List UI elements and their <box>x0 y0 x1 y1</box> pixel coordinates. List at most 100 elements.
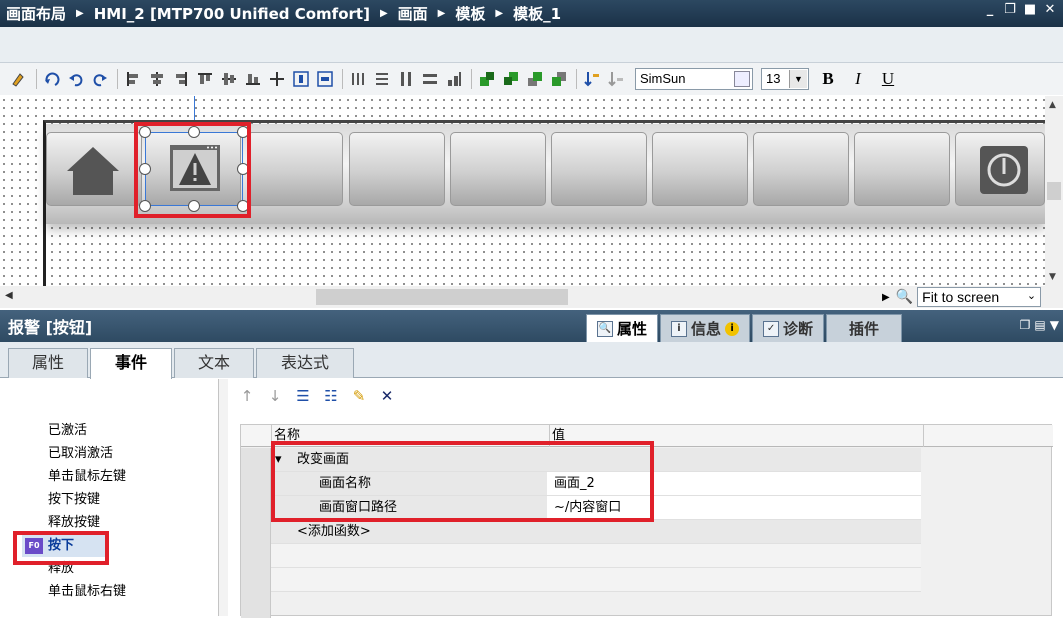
event-item-activated[interactable]: 已激活 <box>48 420 87 442</box>
expand-all-icon[interactable]: ☰ <box>292 385 314 407</box>
font-family-select[interactable]: SimSun <box>635 68 753 90</box>
window-controls: _ ❐ ■ ✕ <box>983 3 1057 17</box>
underline-button[interactable]: U <box>877 69 899 89</box>
bold-button[interactable]: B <box>817 69 839 89</box>
tab-label: 属性 <box>617 320 648 338</box>
toolbar-divider <box>471 69 472 89</box>
delete-icon[interactable]: ✕ <box>376 385 398 407</box>
tab-label: 插件 <box>849 320 880 338</box>
breadcrumb-item[interactable]: HMI_2 [MTP700 Unified Comfort] <box>88 5 376 23</box>
collapse-all-icon[interactable]: ☷ <box>320 385 342 407</box>
breadcrumb-item[interactable]: 画面布局 <box>0 3 72 24</box>
tab-info[interactable]: i 信息 i <box>660 314 751 342</box>
align-left-icon[interactable] <box>122 68 144 90</box>
zoom-icon[interactable]: 🔍 <box>896 289 913 305</box>
chevron-down-icon[interactable]: ▼ <box>789 70 807 88</box>
vertical-scrollbar[interactable]: ▲ ▼ <box>1045 96 1063 286</box>
convert-script-icon[interactable]: ✎ <box>348 385 370 407</box>
tab-label: 诊断 <box>783 320 814 338</box>
align-center-icon[interactable] <box>146 68 168 90</box>
event-item-deactivated[interactable]: 已取消激活 <box>48 443 113 465</box>
same-width-icon[interactable] <box>347 68 369 90</box>
highlight-frame-alarm-button <box>134 122 251 218</box>
horizontal-scrollbar[interactable]: ◀ <box>0 286 880 308</box>
add-function-row[interactable]: <添加函数> <box>271 520 921 544</box>
template-button-4[interactable] <box>349 132 445 206</box>
breadcrumb-item[interactable]: 模板_1 <box>507 3 567 24</box>
font-size-select[interactable]: 13 ▼ <box>761 68 809 90</box>
redo-icon[interactable] <box>89 68 111 90</box>
align-bottom-icon[interactable] <box>242 68 264 90</box>
layer-icon[interactable] <box>605 68 627 90</box>
float-icon[interactable]: ❐ <box>1020 318 1031 332</box>
inspector-tabs: 🔍 属性 i 信息 i ✓ 诊断 插件 <box>586 314 904 342</box>
tab-attributes[interactable]: 属性 <box>8 348 88 378</box>
align-middle-icon[interactable] <box>218 68 240 90</box>
scroll-right-icon[interactable]: ▶ <box>882 292 890 303</box>
event-item-left-click[interactable]: 单击鼠标左键 <box>48 466 126 488</box>
align-top-icon[interactable] <box>194 68 216 90</box>
event-list: 已激活 已取消激活 单击鼠标左键 按下按键 释放按键 F0 按下 释放 单击鼠标… <box>0 379 218 616</box>
breadcrumb-item[interactable]: 画面 <box>392 3 434 24</box>
move-down-icon[interactable]: ↓ <box>264 385 286 407</box>
spacing-horizontal-icon[interactable] <box>419 68 441 90</box>
close-icon[interactable]: ✕ <box>1043 3 1057 17</box>
bring-to-front-icon[interactable] <box>476 68 498 90</box>
scroll-thumb[interactable] <box>316 289 568 305</box>
tab-expressions[interactable]: 表达式 <box>256 348 354 378</box>
collapse-icon[interactable]: ▼ <box>1050 318 1059 332</box>
info-icon: i <box>671 320 688 337</box>
font-family-value: SimSun <box>640 71 686 86</box>
center-horizontal-icon[interactable] <box>290 68 312 90</box>
panel-splitter[interactable] <box>218 379 228 616</box>
sort-icon[interactable] <box>581 68 603 90</box>
center-vertical-icon[interactable] <box>314 68 336 90</box>
template-button-7[interactable] <box>652 132 748 206</box>
tab-diagnostics[interactable]: ✓ 诊断 <box>752 314 825 342</box>
scroll-thumb[interactable] <box>1047 182 1061 200</box>
minimize-icon[interactable]: _ <box>983 3 997 17</box>
undo-icon[interactable] <box>65 68 87 90</box>
spacing-vertical-icon[interactable] <box>395 68 417 90</box>
highlight-frame-press-event <box>13 531 109 565</box>
font-list-icon[interactable] <box>734 71 750 87</box>
template-button-5[interactable] <box>450 132 546 206</box>
template-button-6[interactable] <box>551 132 647 206</box>
restore-icon[interactable]: ❐ <box>1003 3 1017 17</box>
breadcrumb-item[interactable]: 模板 <box>449 3 491 24</box>
resize-icon[interactable] <box>443 68 465 90</box>
scroll-up-icon[interactable]: ▲ <box>1049 100 1056 110</box>
align-right-icon[interactable] <box>170 68 192 90</box>
tab-texts[interactable]: 文本 <box>174 348 254 378</box>
template-button-9[interactable] <box>854 132 950 206</box>
scroll-down-icon[interactable]: ▼ <box>1049 272 1056 282</box>
home-button[interactable] <box>46 132 142 206</box>
italic-button[interactable]: I <box>847 69 869 89</box>
float-icon[interactable]: ■ <box>1023 3 1037 17</box>
zoom-value: Fit to screen <box>922 289 1000 305</box>
send-to-back-icon[interactable] <box>500 68 522 90</box>
chevron-down-icon[interactable]: ⌄ <box>1027 289 1036 302</box>
template-button-3[interactable] <box>247 132 343 206</box>
event-item-right-click[interactable]: 单击鼠标右键 <box>48 581 126 603</box>
breadcrumb-separator-icon: ▶ <box>495 8 504 19</box>
same-height-icon[interactable] <box>371 68 393 90</box>
bring-forward-icon[interactable] <box>524 68 546 90</box>
move-up-icon[interactable]: ↑ <box>236 385 258 407</box>
layout-icon[interactable]: ▤ <box>1034 318 1045 332</box>
template-button-8[interactable] <box>753 132 849 206</box>
rotate-left-icon[interactable] <box>41 68 63 90</box>
tab-properties[interactable]: 🔍 属性 <box>586 314 659 342</box>
send-backward-icon[interactable] <box>548 68 570 90</box>
format-painter-icon[interactable] <box>8 68 30 90</box>
tab-events[interactable]: 事件 <box>90 348 172 379</box>
tab-plugins[interactable]: 插件 <box>826 314 903 342</box>
zoom-select[interactable]: Fit to screen ⌄ <box>917 287 1042 307</box>
toolbar-divider <box>36 69 37 89</box>
scroll-left-icon[interactable]: ◀ <box>5 290 13 301</box>
event-item-press-key[interactable]: 按下按键 <box>48 489 100 511</box>
power-button[interactable] <box>955 132 1045 206</box>
add-function-link[interactable]: <添加函数> <box>297 520 371 543</box>
tab-label: 信息 <box>691 320 722 338</box>
distribute-icon[interactable] <box>266 68 288 90</box>
